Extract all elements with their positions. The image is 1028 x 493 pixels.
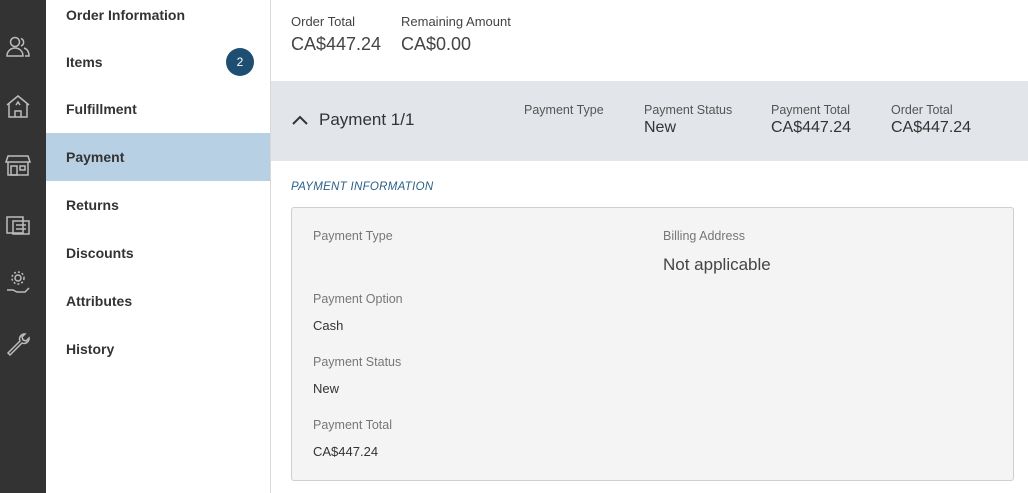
payment-option-label: Payment Option — [313, 292, 403, 306]
band-order-total-label: Order Total — [891, 103, 953, 117]
remaining-amount-value: CA$0.00 — [401, 34, 472, 54]
chevron-up-icon — [292, 115, 308, 125]
band-order-total: Order Total CA$447.24 — [891, 103, 971, 137]
items-count-badge: 2 — [226, 48, 254, 76]
payment-option-value: Cash — [313, 318, 344, 333]
users-icon[interactable] — [5, 34, 31, 60]
order-total-value: CA$447.24 — [291, 34, 382, 54]
sidebar-item-fulfillment[interactable]: Fulfillment — [46, 85, 270, 133]
wrench-icon[interactable] — [5, 331, 31, 357]
sidebar-item-label: Returns — [66, 197, 119, 213]
payment-information-heading: PAYMENT INFORMATION — [291, 181, 434, 193]
payment-title: Payment 1/1 — [319, 110, 415, 129]
sidebar-item-attributes[interactable]: Attributes — [46, 277, 270, 325]
sidebar-item-label: Payment — [66, 149, 125, 165]
band-payment-type: Payment Type — [524, 103, 604, 119]
sidebar-item-returns[interactable]: Returns — [46, 181, 270, 229]
remaining-amount-summary: Remaining Amount CA$0.00 — [401, 14, 511, 55]
sidebar-item-label: Order Information — [66, 7, 186, 23]
payment-collapse-toggle[interactable]: Payment 1/1 — [291, 110, 414, 130]
band-payment-status-value: New — [644, 119, 677, 136]
billing-address-value: Not applicable — [663, 255, 771, 274]
payment-header-band: Payment 1/1 Payment Type Payment Status … — [271, 81, 1028, 161]
remaining-amount-label: Remaining Amount — [401, 14, 511, 29]
billing-address-label: Billing Address — [663, 229, 745, 243]
main-content: Order Total CA$447.24 Remaining Amount C… — [271, 0, 1028, 493]
payment-status-value: New — [313, 381, 340, 396]
payment-status-label: Payment Status — [313, 355, 402, 369]
register-icon[interactable] — [5, 211, 31, 237]
sidebar-nav: Order Information Items 2 Fulfillment Pa… — [46, 0, 271, 493]
sidebar-item-label: History — [66, 341, 115, 357]
band-payment-total: Payment Total CA$447.24 — [771, 103, 851, 137]
payment-type-label: Payment Type — [313, 229, 393, 243]
sidebar-item-history[interactable]: History — [46, 325, 270, 373]
storefront-icon[interactable] — [5, 152, 31, 178]
payment-total-value: CA$447.24 — [313, 444, 379, 459]
order-total-summary: Order Total CA$447.24 — [291, 14, 381, 55]
icon-rail — [0, 0, 46, 493]
payment-information-panel: Payment Type Payment Option Cash Payment… — [291, 207, 1014, 481]
band-payment-total-value: CA$447.24 — [771, 119, 852, 136]
sidebar-item-label: Fulfillment — [66, 101, 137, 117]
band-payment-status-label: Payment Status — [644, 103, 733, 117]
band-payment-type-label: Payment Type — [524, 103, 604, 117]
sidebar-item-label: Attributes — [66, 293, 133, 309]
band-order-total-value: CA$447.24 — [891, 119, 972, 136]
sidebar-item-label: Items — [66, 54, 103, 70]
band-payment-total-label: Payment Total — [771, 103, 850, 117]
sidebar-item-discounts[interactable]: Discounts — [46, 229, 270, 277]
band-payment-status: Payment Status New — [644, 103, 732, 137]
sidebar-item-order-information[interactable]: Order Information — [46, 0, 270, 39]
store-building-icon[interactable] — [5, 93, 31, 119]
sidebar-item-payment[interactable]: Payment — [46, 133, 270, 181]
payment-total-label: Payment Total — [313, 418, 392, 432]
sidebar-item-label: Discounts — [66, 245, 134, 261]
order-total-label: Order Total — [291, 14, 356, 29]
sidebar-item-items[interactable]: Items 2 — [46, 38, 270, 86]
settings-hand-icon[interactable] — [5, 270, 31, 296]
